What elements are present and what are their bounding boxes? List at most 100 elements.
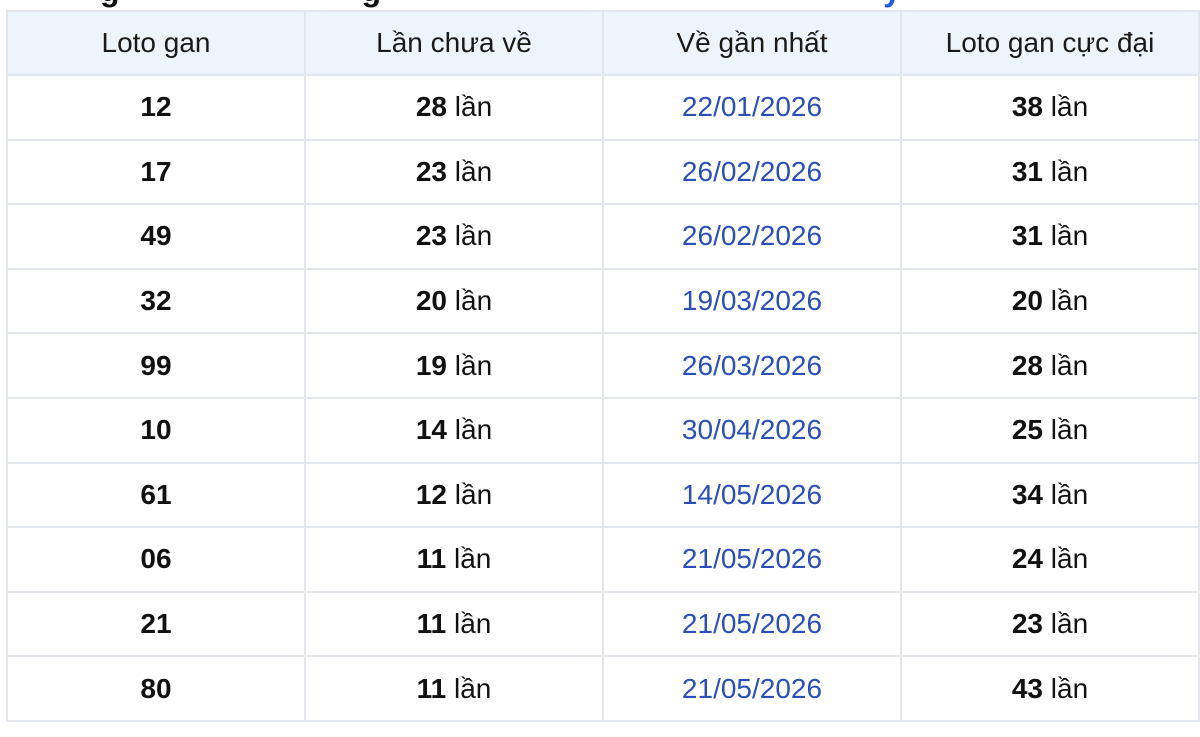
cell-loto-number: 49 bbox=[6, 203, 306, 270]
page-heading-clipped: ggy bbox=[0, 0, 1200, 10]
max-gap-unit: lần bbox=[1050, 478, 1089, 510]
missed-count-value: 11 bbox=[416, 672, 447, 704]
max-gap-value: 20 bbox=[1011, 285, 1043, 317]
missed-count-value: 11 bbox=[416, 543, 447, 575]
max-gap-value: 28 bbox=[1011, 349, 1043, 381]
max-gap-value: 34 bbox=[1011, 478, 1043, 510]
table-body: 12 28 lần 22/01/2026 38 lần 17 23 lần 26/02/20… bbox=[6, 74, 1200, 722]
loto-number: 32 bbox=[140, 285, 172, 317]
missed-count-value: 12 bbox=[415, 478, 447, 510]
heading-fragment-mid: g bbox=[362, 0, 384, 8]
loto-number: 49 bbox=[140, 220, 172, 252]
max-gap-value: 25 bbox=[1011, 414, 1043, 446]
table-row: 10 14 lần 30/04/2026 25 lần bbox=[6, 396, 1200, 464]
max-gap-value: 24 bbox=[1011, 543, 1043, 575]
loto-number: 61 bbox=[140, 478, 172, 510]
missed-count-value: 19 bbox=[415, 349, 447, 381]
missed-count-unit: lần bbox=[454, 220, 493, 252]
missed-count-unit: lần bbox=[454, 285, 493, 317]
max-gap-unit: lần bbox=[1050, 543, 1089, 575]
loto-number: 17 bbox=[140, 155, 172, 187]
cell-last-appeared: 14/05/2026 bbox=[602, 461, 902, 529]
cell-missed-count: 19 lần bbox=[304, 332, 604, 399]
max-gap-unit: lần bbox=[1050, 414, 1089, 446]
heading-fragment-left: g bbox=[100, 0, 122, 8]
cell-loto-number: 21 bbox=[6, 590, 306, 658]
cell-loto-number: 06 bbox=[6, 526, 306, 593]
page-heading-fragment: ggy bbox=[100, 0, 903, 9]
table-row: 80 11 lần 21/05/2026 43 lần bbox=[6, 655, 1200, 722]
loto-gan-table: Loto gan Lần chưa về Về gần nhất Loto ga… bbox=[6, 10, 1200, 722]
table-row: 17 23 lần 26/02/2026 31 lần bbox=[6, 138, 1200, 206]
missed-count-unit: lần bbox=[454, 414, 493, 446]
cell-loto-number: 80 bbox=[6, 655, 306, 722]
max-gap-value: 31 bbox=[1011, 220, 1043, 252]
cell-loto-number: 32 bbox=[6, 267, 306, 335]
max-gap-value: 43 bbox=[1011, 672, 1043, 704]
max-gap-unit: lần bbox=[1050, 91, 1089, 123]
last-appeared-date: 21/05/2026 bbox=[681, 608, 823, 640]
max-gap-unit: lần bbox=[1050, 155, 1089, 187]
loto-number: 80 bbox=[140, 672, 172, 704]
cell-max-gap: 38 lần bbox=[900, 74, 1200, 141]
missed-count-value: 23 bbox=[415, 155, 447, 187]
last-appeared-date: 19/03/2026 bbox=[681, 285, 823, 317]
missed-count-value: 14 bbox=[415, 414, 447, 446]
missed-count-value: 11 bbox=[416, 608, 447, 640]
cell-loto-number: 61 bbox=[6, 461, 306, 529]
cell-last-appeared: 21/05/2026 bbox=[602, 526, 902, 593]
cell-loto-number: 12 bbox=[6, 74, 306, 141]
cell-max-gap: 28 lần bbox=[900, 332, 1200, 399]
cell-loto-number: 17 bbox=[6, 138, 306, 206]
table-row: 06 11 lần 21/05/2026 24 lần bbox=[6, 526, 1200, 593]
cell-last-appeared: 26/03/2026 bbox=[602, 332, 902, 399]
table-row: 99 19 lần 26/03/2026 28 lần bbox=[6, 332, 1200, 399]
table-row: 49 23 lần 26/02/2026 31 lần bbox=[6, 203, 1200, 270]
max-gap-unit: lần bbox=[1050, 349, 1089, 381]
last-appeared-date: 30/04/2026 bbox=[681, 414, 823, 446]
col-header-lan-chua-ve: Lần chưa về bbox=[304, 10, 604, 76]
cell-missed-count: 11 lần bbox=[304, 590, 604, 658]
max-gap-value: 38 bbox=[1011, 91, 1043, 123]
loto-number: 12 bbox=[140, 91, 172, 123]
cell-loto-number: 99 bbox=[6, 332, 306, 399]
cell-missed-count: 28 lần bbox=[304, 74, 604, 141]
cell-max-gap: 23 lần bbox=[900, 590, 1200, 658]
missed-count-unit: lần bbox=[454, 672, 492, 704]
cell-missed-count: 20 lần bbox=[304, 267, 604, 335]
table-row: 12 28 lần 22/01/2026 38 lần bbox=[6, 74, 1200, 141]
cell-last-appeared: 26/02/2026 bbox=[602, 203, 902, 270]
cell-missed-count: 11 lần bbox=[304, 526, 604, 593]
table-row: 61 12 lần 14/05/2026 34 lần bbox=[6, 461, 1200, 529]
cell-missed-count: 23 lần bbox=[304, 138, 604, 206]
missed-count-unit: lần bbox=[454, 91, 493, 123]
table-header-row: Loto gan Lần chưa về Về gần nhất Loto ga… bbox=[6, 10, 1200, 76]
missed-count-value: 23 bbox=[415, 220, 447, 252]
loto-number: 06 bbox=[140, 543, 172, 575]
cell-missed-count: 14 lần bbox=[304, 396, 604, 464]
cell-missed-count: 23 lần bbox=[304, 203, 604, 270]
cell-max-gap: 25 lần bbox=[900, 396, 1200, 464]
max-gap-unit: lần bbox=[1050, 672, 1089, 704]
max-gap-unit: lần bbox=[1050, 220, 1089, 252]
missed-count-unit: lần bbox=[454, 543, 492, 575]
missed-count-unit: lần bbox=[454, 349, 493, 381]
last-appeared-date: 14/05/2026 bbox=[681, 478, 823, 510]
missed-count-value: 28 bbox=[415, 91, 447, 123]
missed-count-value: 20 bbox=[415, 285, 447, 317]
cell-max-gap: 43 lần bbox=[900, 655, 1200, 722]
cell-last-appeared: 21/05/2026 bbox=[602, 590, 902, 658]
col-header-loto-gan: Loto gan bbox=[6, 10, 306, 76]
cell-last-appeared: 19/03/2026 bbox=[602, 267, 902, 335]
loto-number: 10 bbox=[140, 414, 172, 446]
last-appeared-date: 21/05/2026 bbox=[681, 672, 823, 704]
last-appeared-date: 26/02/2026 bbox=[681, 155, 823, 187]
loto-number: 21 bbox=[140, 608, 172, 640]
table-row: 21 11 lần 21/05/2026 23 lần bbox=[6, 590, 1200, 658]
col-header-ve-gan-nhat: Về gần nhất bbox=[602, 10, 902, 76]
last-appeared-date: 26/03/2026 bbox=[681, 349, 823, 381]
cell-missed-count: 12 lần bbox=[304, 461, 604, 529]
max-gap-unit: lần bbox=[1050, 285, 1089, 317]
last-appeared-date: 21/05/2026 bbox=[681, 543, 823, 575]
cell-max-gap: 31 lần bbox=[900, 203, 1200, 270]
